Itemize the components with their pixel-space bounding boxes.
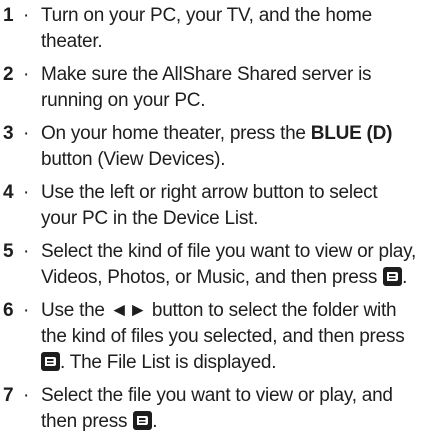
step-text-run: . [402, 267, 408, 288]
step-line: Use the left or right arrow button to se… [41, 182, 378, 203]
step-text: Turn on your PC, your TV, and the home t… [41, 3, 448, 55]
step-number: 5 [3, 241, 14, 262]
step-text: Use the left or right arrow button to se… [41, 180, 448, 232]
step-bullet: · [23, 5, 30, 26]
step-text-run: On your home theater, press the [41, 123, 311, 144]
step-text: Make sure the AllShare Shared server is … [41, 62, 448, 114]
step-number: 1 [3, 5, 14, 26]
step-line: theater. [41, 31, 103, 52]
step-text: Use the ◄► button to select the folder w… [41, 298, 448, 376]
step-bullet: · [23, 123, 30, 144]
step-bullet: · [23, 182, 30, 203]
step-line: Turn on your PC, your TV, and the home [41, 5, 372, 26]
step-number: 3 [3, 123, 14, 144]
step-bullet: · [23, 300, 30, 321]
step-text-run: . [152, 411, 158, 432]
step-line: Make sure the AllShare Shared server is [41, 64, 372, 85]
step-line: the kind of files you selected, and then… [41, 326, 405, 347]
step-bullet: · [23, 241, 30, 262]
blue-d-button-label: BLUE (D) [310, 123, 393, 144]
step-line: Select the kind of file you want to view… [41, 241, 416, 262]
step-bullet: · [23, 385, 30, 406]
step-text-run: . The File List is displayed. [60, 352, 277, 373]
instruction-steps: 1 · Turn on your PC, your TV, and the ho… [0, 0, 448, 432]
step-line: your PC in the Device List. [41, 208, 259, 229]
enter-button-icon [41, 352, 60, 371]
step-text: Select the file you want to view or play… [41, 383, 448, 435]
step-number: 6 [3, 300, 14, 321]
step-line: On your home theater, press the BLUE (D) [41, 121, 448, 147]
step-line: button (View Devices). [41, 149, 226, 170]
step-line: . The File List is displayed. [41, 350, 448, 376]
step-number: 4 [3, 182, 14, 203]
step-number: 2 [3, 64, 14, 85]
step-text: Select the kind of file you want to view… [41, 239, 448, 291]
step-bullet: · [23, 64, 30, 85]
step-line: then press . [41, 409, 448, 435]
step-line: running on your PC. [41, 90, 206, 111]
step-text-run: Videos, Photos, or Music, and then press [41, 267, 383, 288]
enter-button-icon [383, 267, 403, 286]
step-line: Select the file you want to view or play… [41, 385, 393, 406]
step-line: Videos, Photos, or Music, and then press… [41, 265, 448, 291]
step-text-run: then press [41, 411, 133, 432]
step-line: Use the ◄► button to select the folder w… [41, 300, 397, 321]
step-text: On your home theater, press the BLUE (D)… [41, 121, 448, 173]
enter-button-icon [133, 411, 153, 430]
step-number: 7 [3, 385, 14, 406]
